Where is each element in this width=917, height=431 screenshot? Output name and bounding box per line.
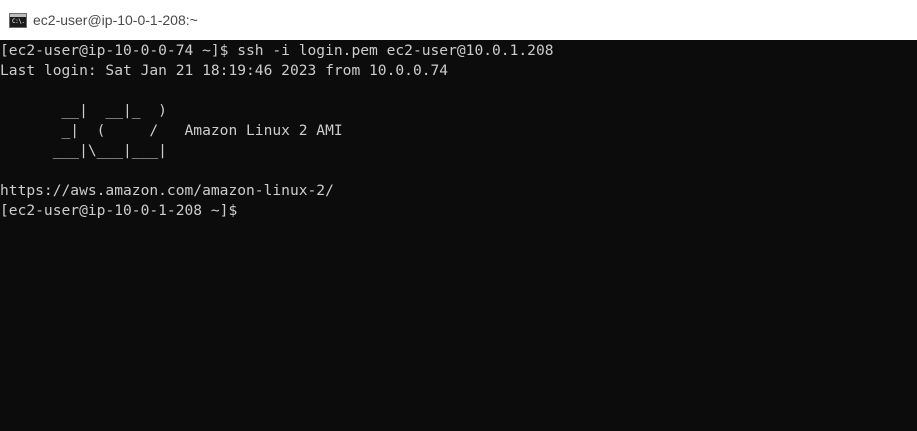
terminal-line-banner-2: _| ( / Amazon Linux 2 AMI bbox=[0, 122, 343, 139]
console-app-icon[interactable]: C:\. bbox=[9, 13, 27, 28]
terminal-line-prompt[interactable]: [ec2-user@ip-10-0-1-208 ~]$ bbox=[0, 201, 237, 221]
window-title: ec2-user@ip-10-0-1-208:~ bbox=[33, 12, 198, 28]
terminal-output[interactable]: [ec2-user@ip-10-0-0-74 ~]$ ssh -i login.… bbox=[0, 40, 917, 431]
icon-glyph: C:\. bbox=[12, 18, 25, 25]
title-bar[interactable]: C:\. ec2-user@ip-10-0-1-208:~ bbox=[0, 0, 917, 40]
terminal-line-last-login: Last login: Sat Jan 21 18:19:46 2023 fro… bbox=[0, 62, 449, 79]
terminal-line-banner-1: __| __|_ ) bbox=[0, 102, 167, 119]
terminal-line-banner-3: ___|\___|___| bbox=[0, 142, 167, 159]
terminal-line-ssh-command: [ec2-user@ip-10-0-0-74 ~]$ ssh -i login.… bbox=[0, 42, 554, 59]
terminal-window: C:\. ec2-user@ip-10-0-1-208:~ [ec2-user@… bbox=[0, 0, 917, 431]
icon-titlebar-strip bbox=[10, 14, 26, 17]
terminal-line-url: https://aws.amazon.com/amazon-linux-2/ bbox=[0, 182, 334, 199]
